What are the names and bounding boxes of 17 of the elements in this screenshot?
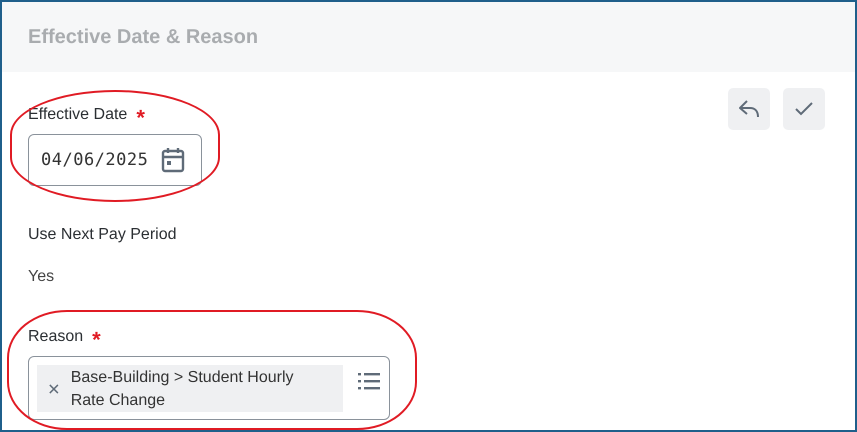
section-title: Effective Date & Reason xyxy=(28,26,258,48)
field-label: Reason xyxy=(28,328,84,346)
checkmark-icon xyxy=(794,101,814,117)
reason-field[interactable]: Base-Building > Student Hourly Rate Change xyxy=(28,356,390,420)
remove-icon[interactable] xyxy=(49,382,59,394)
required-marker: * xyxy=(92,326,101,351)
cancel-button[interactable] xyxy=(728,88,770,130)
selection-pill[interactable]: Base-Building > Student Hourly Rate Change xyxy=(37,365,343,412)
field-label: Use Next Pay Period xyxy=(28,226,177,244)
required-marker: * xyxy=(136,104,145,129)
reply-icon xyxy=(738,99,760,119)
date-field[interactable]: 04/06/2025 xyxy=(28,134,202,186)
calendar-icon[interactable] xyxy=(161,147,186,173)
field-label: Effective Date xyxy=(28,106,128,124)
list-icon[interactable] xyxy=(357,371,381,391)
field-value: Yes xyxy=(28,268,56,286)
submit-button[interactable] xyxy=(783,88,825,130)
